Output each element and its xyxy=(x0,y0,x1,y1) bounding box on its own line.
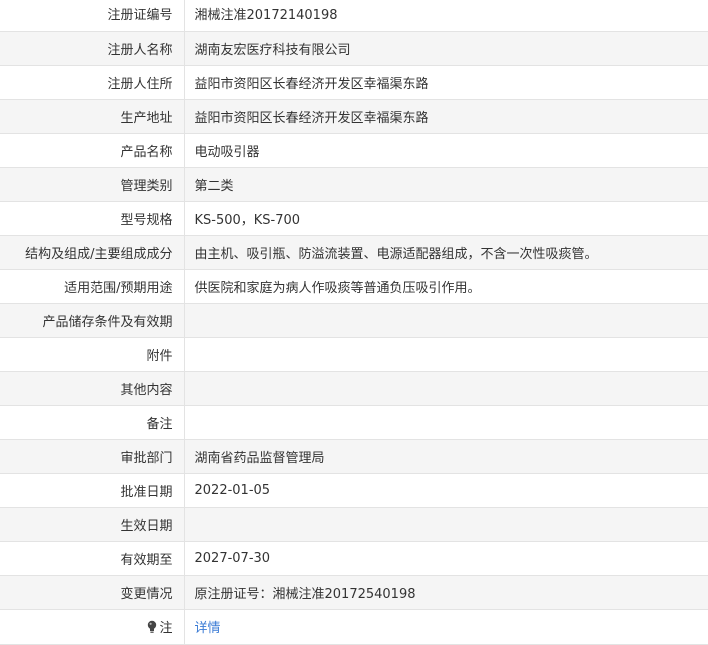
detail-row-effective-date: 生效日期 xyxy=(0,507,708,542)
note-label-cell: 注 xyxy=(0,609,185,645)
detail-row-attachments: 附件 xyxy=(0,337,708,372)
row-label: 变更情况 xyxy=(0,575,185,610)
row-label: 生效日期 xyxy=(0,507,185,542)
detail-row-intended-use: 适用范围/预期用途 供医院和家庭为病人作吸痰等普通负压吸引作用。 xyxy=(0,269,708,304)
row-label: 批准日期 xyxy=(0,473,185,508)
row-label: 生产地址 xyxy=(0,99,185,134)
row-value: 电动吸引器 xyxy=(184,133,708,168)
row-label: 注册证编号 xyxy=(0,0,185,32)
row-value: 湖南友宏医疗科技有限公司 xyxy=(184,31,708,66)
row-value: 湖南省药品监督管理局 xyxy=(184,439,708,474)
detail-row-structure-composition: 结构及组成/主要组成成分 由主机、吸引瓶、防溢流装置、电源适配器组成，不含一次性… xyxy=(0,235,708,270)
detail-row-approval-date: 批准日期 2022-01-05 xyxy=(0,473,708,508)
detail-row-product-name: 产品名称 电动吸引器 xyxy=(0,133,708,168)
row-value xyxy=(184,303,708,338)
note-value-cell: 详情 xyxy=(184,609,708,645)
detail-row-registration-number: 注册证编号 湘械注准20172140198 xyxy=(0,0,708,32)
row-label: 适用范围/预期用途 xyxy=(0,269,185,304)
row-label: 产品储存条件及有效期 xyxy=(0,303,185,338)
detail-row-model-spec: 型号规格 KS-500，KS-700 xyxy=(0,201,708,236)
row-label: 附件 xyxy=(0,337,185,372)
row-label: 审批部门 xyxy=(0,439,185,474)
detail-row-other-content: 其他内容 xyxy=(0,371,708,406)
row-label: 注册人住所 xyxy=(0,65,185,100)
row-value: 第二类 xyxy=(184,167,708,202)
row-label: 有效期至 xyxy=(0,541,185,576)
row-value xyxy=(184,337,708,372)
row-value: 2027-07-30 xyxy=(184,541,708,576)
detail-table-body: 注册证编号 湘械注准20172140198 注册人名称 湖南友宏医疗科技有限公司… xyxy=(0,0,708,645)
row-label: 管理类别 xyxy=(0,167,185,202)
detail-row-valid-until: 有效期至 2027-07-30 xyxy=(0,541,708,576)
detail-row-approval-department: 审批部门 湖南省药品监督管理局 xyxy=(0,439,708,474)
detail-row-management-category: 管理类别 第二类 xyxy=(0,167,708,202)
row-value: 原注册证号：湘械注准20172540198 xyxy=(184,575,708,610)
lightbulb-icon xyxy=(148,620,157,633)
detail-row-note: 注 详情 xyxy=(0,609,708,645)
note-label: 注 xyxy=(159,621,173,636)
row-label: 其他内容 xyxy=(0,371,185,406)
registration-detail-table: 注册证编号 湘械注准20172140198 注册人名称 湖南友宏医疗科技有限公司… xyxy=(0,0,708,645)
detail-row-registrant-name: 注册人名称 湖南友宏医疗科技有限公司 xyxy=(0,31,708,66)
row-label: 注册人名称 xyxy=(0,31,185,66)
row-label: 结构及组成/主要组成成分 xyxy=(0,235,185,270)
detail-row-remarks: 备注 xyxy=(0,405,708,440)
row-value: 益阳市资阳区长春经济开发区幸福渠东路 xyxy=(184,65,708,100)
detail-row-change-history: 变更情况 原注册证号：湘械注准20172540198 xyxy=(0,575,708,610)
row-value: 益阳市资阳区长春经济开发区幸福渠东路 xyxy=(184,99,708,134)
row-value xyxy=(184,405,708,440)
row-value: 供医院和家庭为病人作吸痰等普通负压吸引作用。 xyxy=(184,269,708,304)
details-link[interactable]: 详情 xyxy=(195,621,221,636)
detail-row-production-address: 生产地址 益阳市资阳区长春经济开发区幸福渠东路 xyxy=(0,99,708,134)
row-label: 型号规格 xyxy=(0,201,185,236)
detail-row-storage-validity: 产品储存条件及有效期 xyxy=(0,303,708,338)
row-value: 湘械注准20172140198 xyxy=(184,0,708,32)
row-value: KS-500，KS-700 xyxy=(184,201,708,236)
row-label: 备注 xyxy=(0,405,185,440)
row-value: 2022-01-05 xyxy=(184,473,708,508)
row-label: 产品名称 xyxy=(0,133,185,168)
row-value: 由主机、吸引瓶、防溢流装置、电源适配器组成，不含一次性吸痰管。 xyxy=(184,235,708,270)
row-value xyxy=(184,371,708,406)
detail-row-registrant-address: 注册人住所 益阳市资阳区长春经济开发区幸福渠东路 xyxy=(0,65,708,100)
row-value xyxy=(184,507,708,542)
